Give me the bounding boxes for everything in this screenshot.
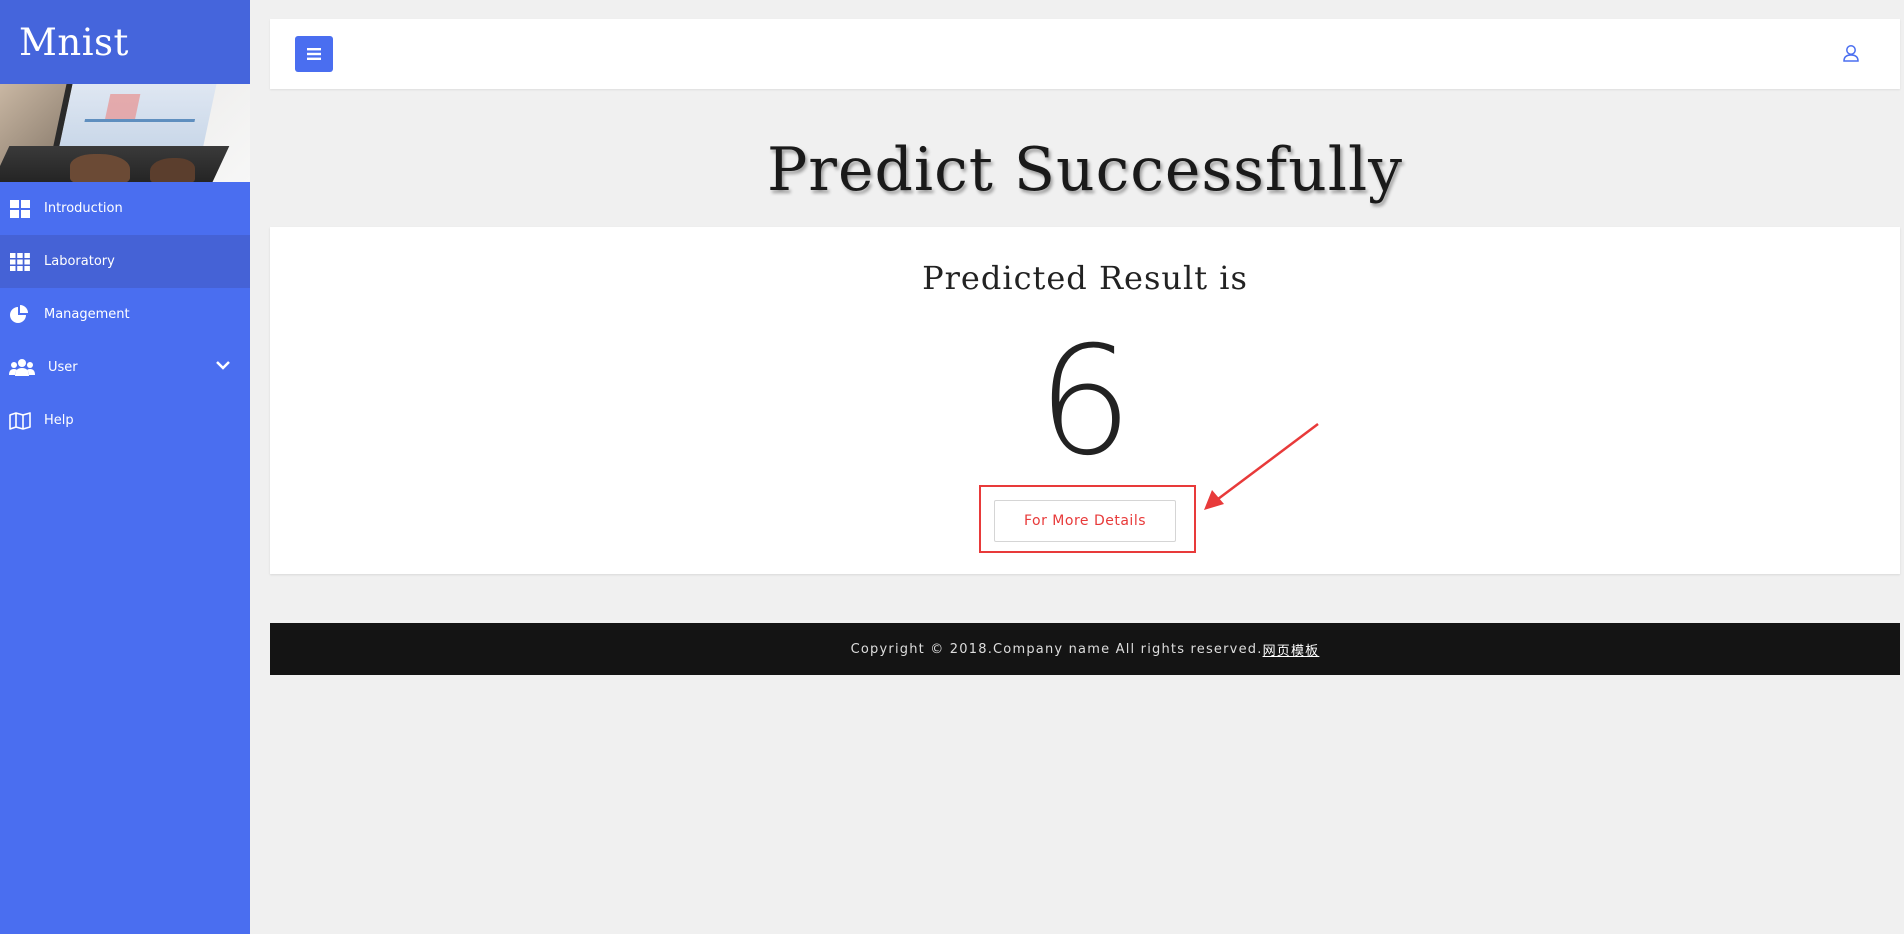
chevron-down-icon[interactable]	[216, 359, 230, 374]
footer-template-link[interactable]: 网页模板	[1263, 640, 1320, 659]
sidebar-toggle-button[interactable]	[295, 36, 333, 72]
brand-title: Mnist	[19, 20, 129, 64]
footer: Copyright © 2018.Company name All rights…	[270, 623, 1900, 675]
sidebar-item-label: Help	[44, 413, 74, 428]
user-icon[interactable]	[1842, 44, 1860, 66]
page-title: Predict Successfully	[766, 135, 1404, 205]
sidebar-item-user[interactable]: User	[0, 341, 250, 394]
result-card: Predicted Result is 6 For More Details	[270, 227, 1900, 574]
hamburger-icon	[307, 45, 321, 64]
brand-header: Mnist	[0, 0, 250, 84]
pie-chart-icon	[9, 304, 31, 326]
sidebar-nav: Introduction Laboratory Management User	[0, 182, 250, 447]
dashboard-grid-icon	[9, 198, 31, 220]
top-navbar	[270, 19, 1900, 89]
footer-copyright: Copyright © 2018.Company name All rights…	[850, 641, 1263, 657]
th-grid-icon	[9, 251, 31, 273]
sidebar-item-laboratory[interactable]: Laboratory	[0, 235, 250, 288]
result-heading: Predicted Result is	[922, 259, 1248, 297]
sidebar-item-label: Management	[44, 307, 130, 322]
predicted-digit: 6	[1037, 315, 1133, 489]
more-details-button[interactable]: For More Details	[994, 500, 1176, 542]
sidebar-item-label: User	[48, 360, 78, 375]
sidebar-item-help[interactable]: Help	[0, 394, 250, 447]
sidebar-item-label: Introduction	[44, 201, 123, 216]
sidebar-item-management[interactable]: Management	[0, 288, 250, 341]
sidebar-item-label: Laboratory	[44, 254, 115, 269]
users-icon	[9, 357, 35, 379]
sidebar-banner-image	[0, 84, 250, 182]
sidebar-item-introduction[interactable]: Introduction	[0, 182, 250, 235]
annotation-arrow-icon	[1200, 422, 1320, 516]
sidebar: Mnist Introduction Laboratory Management	[0, 0, 250, 934]
map-icon	[9, 410, 31, 432]
